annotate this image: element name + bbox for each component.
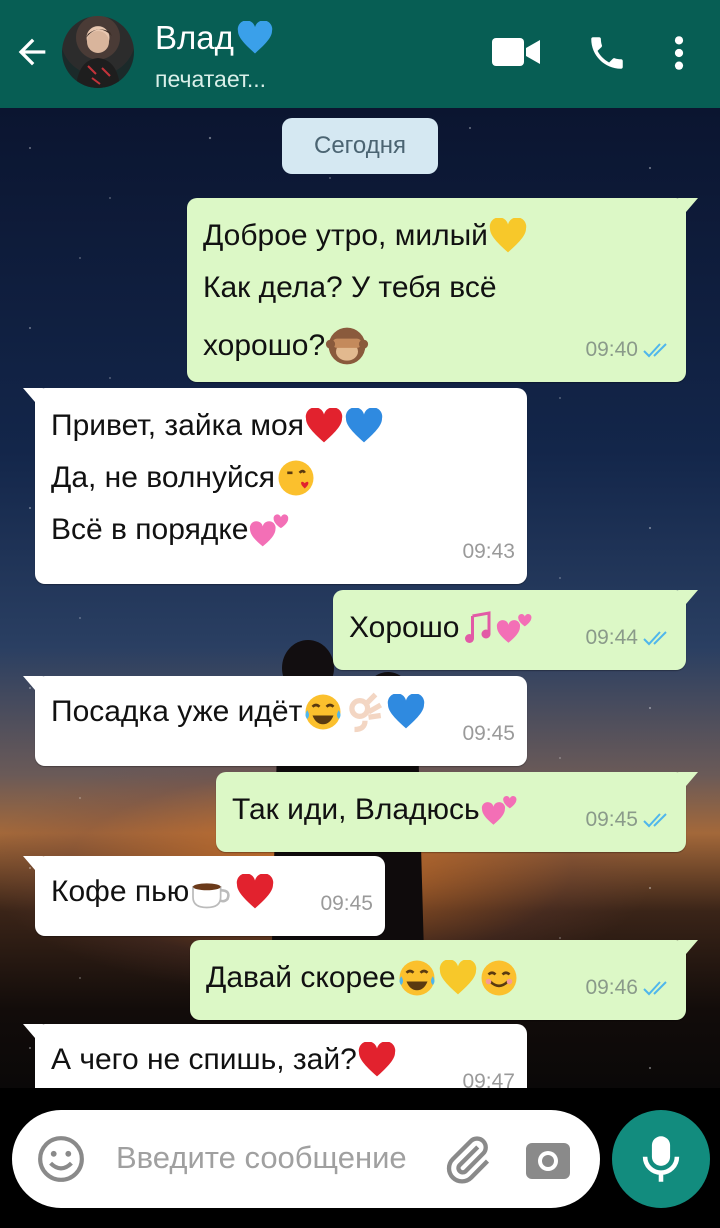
- red-heart-icon: [305, 408, 343, 443]
- message-time: 09:43: [462, 540, 515, 563]
- message-meta: 09:45: [462, 708, 515, 760]
- message-line: А чего не спишь, зай?: [51, 1034, 397, 1086]
- two-hearts-icon: [250, 514, 289, 547]
- message-line: Посадка уже идёт: [51, 686, 426, 738]
- avatar[interactable]: [62, 16, 134, 88]
- message-incoming[interactable]: Кофе пью 09:45: [23, 856, 385, 936]
- message-line: Всё в порядке: [51, 504, 384, 556]
- message-meta: 09:45: [585, 794, 674, 846]
- typing-status: печатает...: [155, 66, 267, 92]
- message-meta: 09:43: [462, 526, 515, 578]
- video-call-icon[interactable]: [492, 34, 540, 70]
- message-outgoing[interactable]: Хорошо 09:44: [333, 590, 698, 670]
- yellow-heart-icon: [489, 218, 527, 253]
- message-line: Давай скорее: [206, 952, 520, 1004]
- message-time: 09:46: [585, 976, 638, 999]
- tears-of-joy-icon: [399, 960, 435, 996]
- red-heart-icon: [237, 874, 274, 909]
- red-heart-icon: [358, 1042, 396, 1077]
- two-hearts-icon: [497, 613, 532, 643]
- message-time: 09:40: [585, 338, 638, 361]
- message-time: 09:47: [462, 1070, 515, 1088]
- message-line: Кофе пью: [51, 866, 275, 918]
- message-incoming[interactable]: Посадка уже идёт 09:45: [23, 676, 527, 766]
- read-receipt-icon: [643, 981, 667, 996]
- ok-hand-icon: [349, 692, 383, 733]
- attach-icon[interactable]: [442, 1134, 494, 1186]
- message-composer[interactable]: Введите сообщение: [12, 1110, 600, 1208]
- message-meta: 09:45: [320, 878, 373, 930]
- mic-icon: [642, 1136, 680, 1182]
- musical-notes-icon: [465, 611, 491, 643]
- blue-heart-icon: [345, 408, 383, 443]
- message-line: Как дела? У тебя всё: [203, 271, 497, 304]
- date-separator: Сегодня: [282, 118, 438, 174]
- blue-heart-icon: [388, 694, 425, 729]
- back-arrow-icon[interactable]: [12, 32, 52, 72]
- yellow-heart-icon: [439, 960, 476, 995]
- see-no-evil-monkey-icon: [326, 327, 369, 365]
- message-line: Хорошо: [349, 602, 535, 654]
- contact-name-row[interactable]: Влад: [155, 18, 274, 58]
- message-line: Привет, зайка моя: [51, 400, 384, 452]
- smiling-face-icon: [481, 960, 517, 996]
- emoji-icon[interactable]: [36, 1134, 86, 1184]
- message-meta: 09:47: [462, 1056, 515, 1088]
- more-vert-icon[interactable]: [664, 34, 694, 72]
- message-time: 09:45: [585, 808, 638, 831]
- read-receipt-icon: [643, 343, 667, 358]
- message-line: Доброе утро, милый: [203, 210, 528, 262]
- message-meta: 09:46: [585, 962, 674, 1014]
- message-time: 09:45: [320, 892, 373, 915]
- mic-button[interactable]: [612, 1110, 710, 1208]
- message-incoming[interactable]: А чего не спишь, зай? 09:47: [23, 1024, 527, 1088]
- message-line: хорошо?: [203, 314, 528, 378]
- phone-icon[interactable]: [586, 32, 628, 74]
- message-line: Да, не волнуйся: [51, 452, 384, 504]
- message-incoming[interactable]: Привет, зайка моя Да, не волнуйся Всё в …: [23, 388, 527, 584]
- message-line: Так иди, Владюсь: [232, 784, 520, 836]
- message-meta: 09:44: [585, 612, 674, 664]
- read-receipt-icon: [643, 813, 667, 828]
- message-outgoing[interactable]: Доброе утро, милый Как дела? У тебя всё …: [187, 198, 698, 382]
- read-receipt-icon: [643, 631, 667, 646]
- blue-heart-icon: [237, 21, 273, 54]
- message-outgoing[interactable]: Так иди, Владюсь 09:45: [216, 772, 698, 852]
- camera-icon[interactable]: [524, 1136, 572, 1182]
- chat-area[interactable]: Сегодня Доброе утро, милый Как дела? У т…: [0, 108, 720, 1088]
- message-outgoing[interactable]: Давай скорее 09:46: [190, 940, 698, 1020]
- message-time: 09:45: [462, 722, 515, 745]
- message-input[interactable]: Введите сообщение: [116, 1140, 407, 1176]
- face-blowing-kiss-icon: [278, 460, 314, 496]
- tears-of-joy-icon: [305, 694, 341, 730]
- hot-beverage-icon: [192, 883, 230, 909]
- chat-header: Влад печатает...: [0, 0, 720, 108]
- two-hearts-icon: [481, 795, 517, 825]
- message-meta: 09:40: [585, 324, 674, 376]
- contact-name: Влад: [155, 19, 234, 56]
- message-time: 09:44: [585, 626, 638, 649]
